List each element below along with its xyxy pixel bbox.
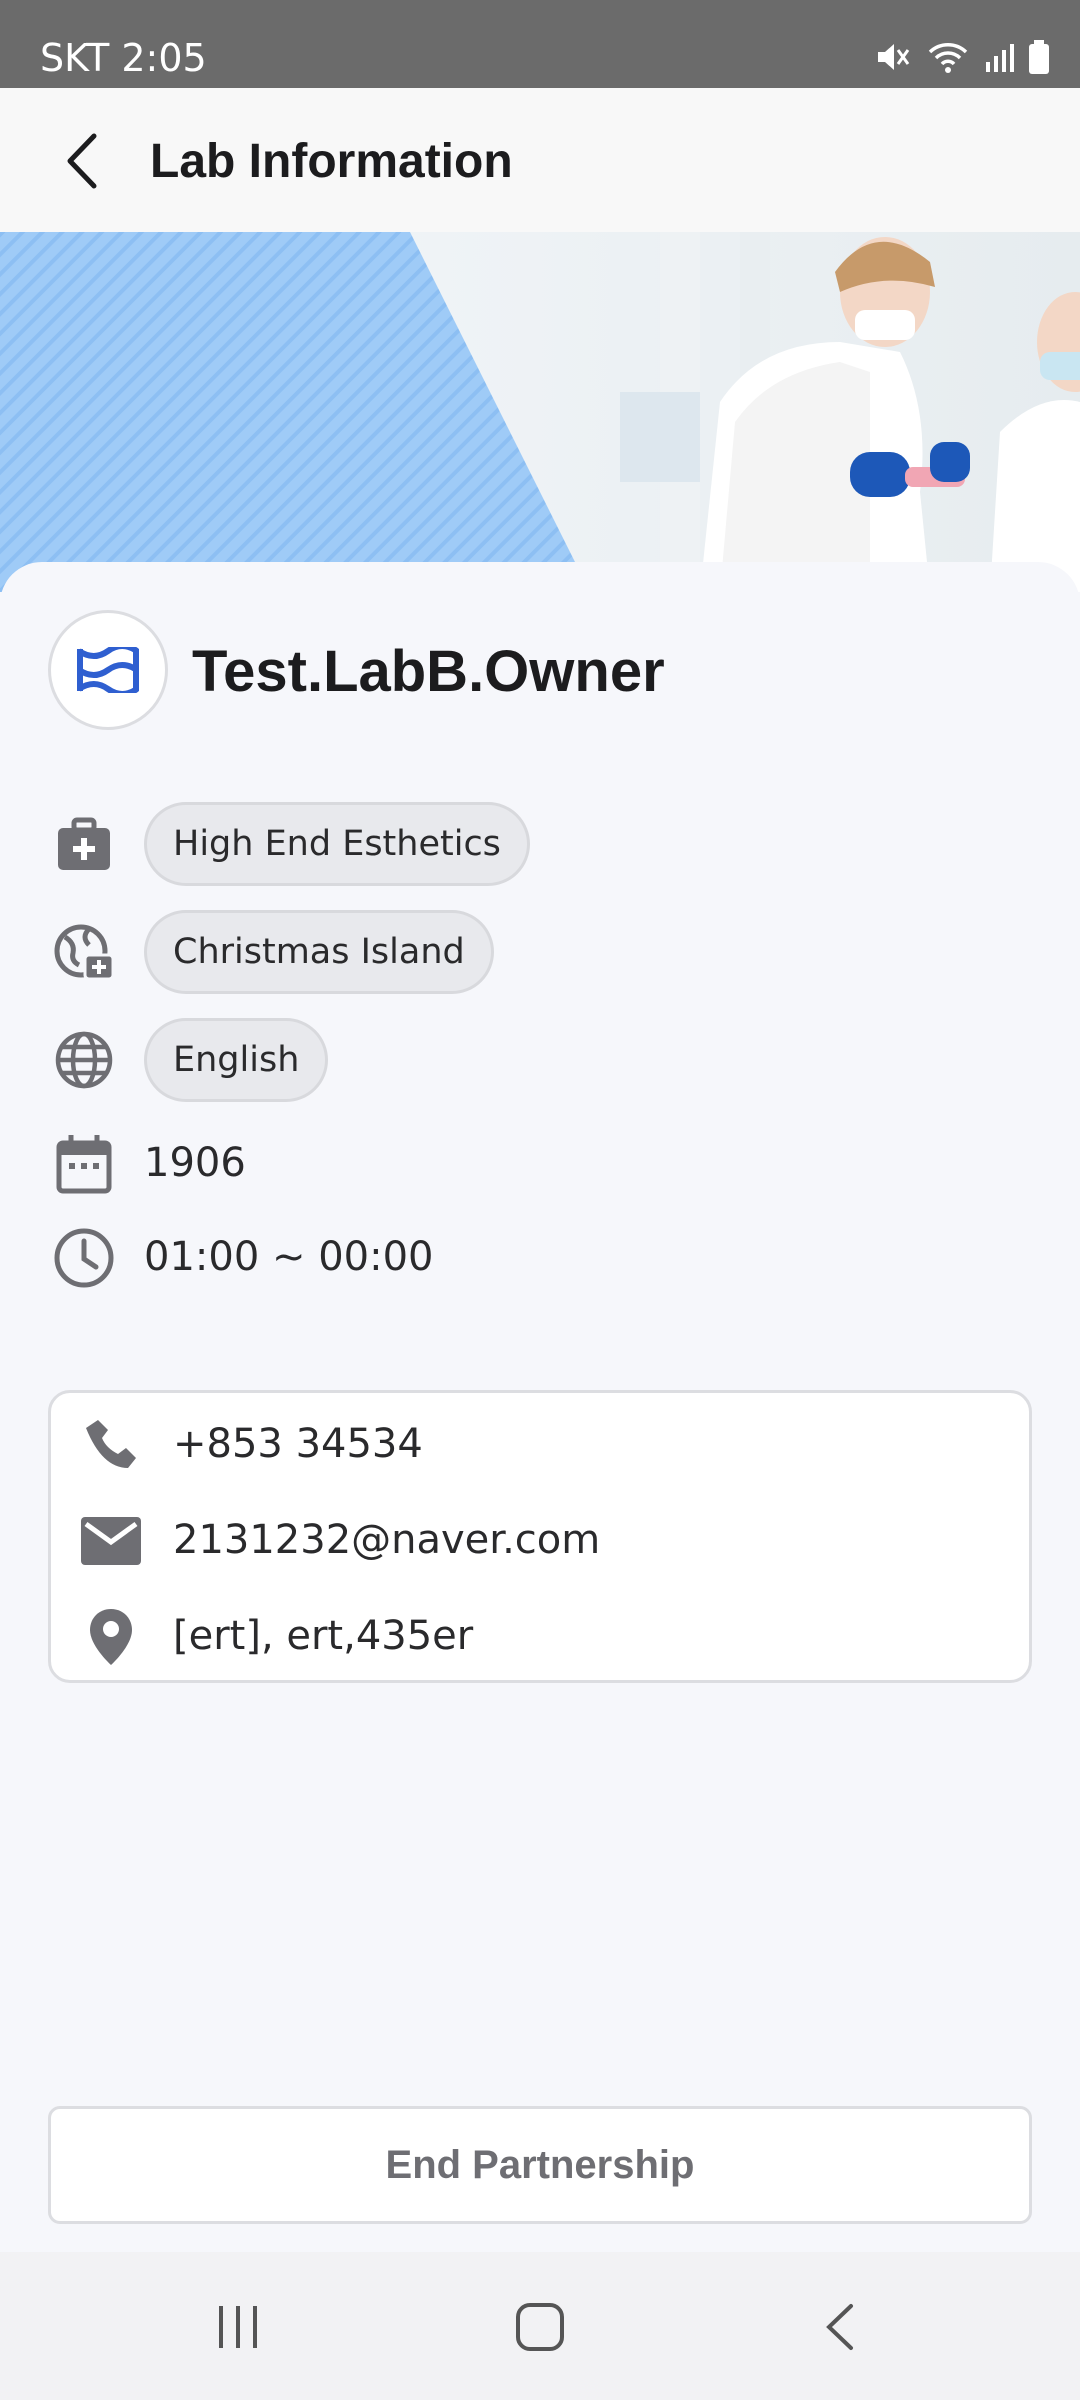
lab-logo: [48, 610, 168, 730]
recent-apps-icon: [219, 2306, 257, 2348]
contact-phone-row[interactable]: +853 34534: [51, 1405, 1029, 1485]
established-year: 1906: [144, 1140, 246, 1186]
end-partnership-button[interactable]: End Partnership: [48, 2106, 1032, 2224]
language-chip: English: [144, 1018, 329, 1102]
back-button[interactable]: [50, 126, 120, 196]
specialty-row: [52, 802, 116, 886]
home-icon: [516, 2303, 564, 2351]
contact-email: 2131232@naver.com: [173, 1517, 601, 1563]
mail-icon: [79, 1509, 143, 1573]
language-row: [52, 1018, 116, 1102]
lab-name: Test.LabB.Owner: [192, 639, 665, 704]
business-hours: 01:00 ~ 00:00: [144, 1234, 434, 1280]
contact-email-row[interactable]: 2131232@naver.com: [51, 1501, 1029, 1581]
medical-kit-icon: [52, 812, 116, 876]
system-nav-bar: [0, 2252, 1080, 2400]
status-bar: SKT 2:05: [0, 0, 1080, 88]
globe-icon: [52, 1028, 116, 1092]
mute-icon: [876, 40, 912, 74]
page-title: Lab Information: [150, 135, 513, 188]
region-row: [52, 910, 116, 994]
chevron-left-icon: [67, 133, 97, 189]
app-bar: Lab Information: [0, 88, 1080, 232]
phone-icon: [79, 1413, 143, 1477]
wifi-icon: [926, 40, 970, 74]
lab-banner-image: [0, 232, 1080, 592]
region-chip: Christmas Island: [144, 910, 494, 994]
hours-row: [52, 1216, 116, 1300]
calendar-icon: [52, 1132, 116, 1196]
established-row: [52, 1122, 116, 1206]
contact-address: [ert], ert,435er: [173, 1613, 474, 1659]
lab-logo-icon: [77, 647, 139, 693]
home-button[interactable]: [500, 2292, 580, 2362]
recent-apps-button[interactable]: [198, 2292, 278, 2362]
location-pin-icon: [79, 1605, 143, 1669]
contact-box: +853 34534 2131232@naver.com [ert], ert,…: [48, 1390, 1032, 1683]
globe-medical-icon: [52, 920, 116, 984]
contact-phone: +853 34534: [173, 1421, 423, 1467]
status-carrier-time: SKT 2:05: [40, 36, 207, 80]
signal-icon: [984, 42, 1014, 72]
contact-address-row[interactable]: [ert], ert,435er: [51, 1597, 1029, 1677]
battery-icon: [1028, 40, 1050, 74]
system-back-button[interactable]: [802, 2292, 882, 2362]
clock-icon: [52, 1226, 116, 1290]
back-arrow-icon: [826, 2304, 853, 2350]
specialty-chip: High End Esthetics: [144, 802, 530, 886]
status-icons: [876, 40, 1050, 74]
